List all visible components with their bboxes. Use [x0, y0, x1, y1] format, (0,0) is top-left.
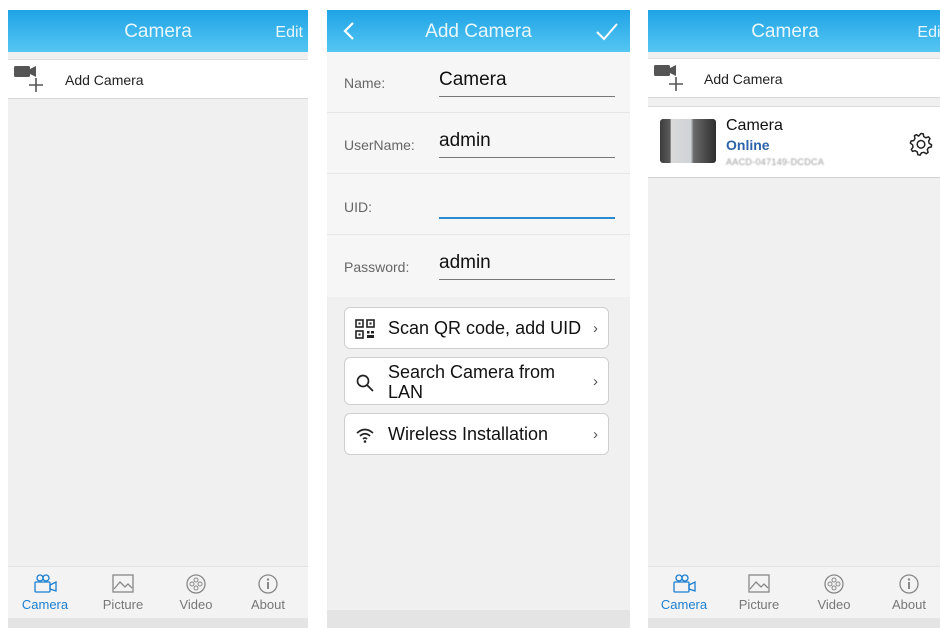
username-label: UserName:	[344, 137, 415, 153]
video-icon	[186, 574, 206, 594]
camera-name: Camera	[726, 117, 783, 134]
password-label: Password:	[344, 259, 410, 275]
password-field[interactable]: admin	[439, 252, 615, 280]
password-row: Password: admin	[327, 235, 630, 296]
wireless-installation-label: Wireless Installation	[388, 424, 549, 444]
info-icon	[899, 574, 919, 594]
tab-about[interactable]: About	[874, 567, 940, 619]
chevron-right-icon: ›	[593, 320, 598, 337]
name-label: Name:	[344, 75, 386, 91]
add-camera-button[interactable]: Add Camera	[8, 59, 308, 99]
system-nav-bar	[648, 618, 940, 628]
uid-row: UID:	[327, 174, 630, 235]
tab-label: About	[251, 597, 285, 612]
page-title: Camera	[124, 21, 192, 42]
tab-video[interactable]: Video	[161, 567, 231, 619]
add-camera-screen: Add Camera Name: Camera UserName: admin …	[327, 10, 630, 628]
wireless-installation-button[interactable]: Wireless Installation ›	[344, 413, 609, 455]
picture-icon	[748, 574, 770, 593]
system-nav-bar	[8, 618, 308, 628]
wifi-icon	[356, 428, 374, 443]
tab-label: Camera	[21, 597, 69, 612]
header-bar: Add Camera	[327, 10, 630, 52]
add-camera-icon	[654, 65, 683, 91]
tab-picture[interactable]: Picture	[88, 567, 158, 619]
search-lan-label: Search Camera from LAN	[388, 362, 556, 402]
qr-code-icon	[355, 319, 375, 339]
edit-button[interactable]: Edit	[275, 24, 303, 42]
tab-bar: Camera Picture Video About	[648, 566, 940, 618]
name-row: Name: Camera	[327, 52, 630, 113]
add-camera-label: Add Camera	[65, 72, 144, 88]
camera-list-item[interactable]: Camera Online AACD-047149-DCDCA	[648, 106, 940, 178]
page-title: Add Camera	[425, 21, 532, 42]
username-field[interactable]: admin	[439, 130, 615, 158]
add-camera-icon	[14, 66, 43, 92]
camera-status: Online	[726, 137, 770, 153]
add-camera-label: Add Camera	[704, 71, 783, 87]
system-nav-bar	[327, 610, 630, 628]
tab-picture[interactable]: Picture	[724, 567, 794, 619]
add-camera-button[interactable]: Add Camera	[648, 58, 940, 98]
picture-icon	[112, 574, 134, 593]
tab-camera[interactable]: Camera	[10, 567, 80, 619]
camera-list-screen: Camera Edit Add Camera Camera Online AAC…	[648, 10, 940, 628]
video-icon	[824, 574, 844, 594]
tab-bar: Camera Picture Video About	[8, 566, 308, 618]
tab-about[interactable]: About	[233, 567, 303, 619]
uid-label: UID:	[344, 199, 372, 215]
header-bar: Camera Edit	[648, 10, 940, 52]
info-icon	[258, 574, 278, 594]
tab-label: Camera	[660, 597, 708, 612]
tab-label: Picture	[102, 597, 144, 612]
form-area: Name: Camera UserName: admin UID: Passwo…	[327, 52, 630, 297]
chevron-right-icon: ›	[593, 373, 598, 390]
camera-uid: AACD-047149-DCDCA	[726, 157, 825, 167]
page-title: Camera	[751, 21, 819, 42]
camera-thumbnail	[660, 119, 716, 163]
uid-field[interactable]	[439, 191, 615, 219]
name-field[interactable]: Camera	[439, 69, 615, 97]
scan-qr-label: Scan QR code, add UID	[388, 318, 582, 338]
tab-label: About	[892, 597, 926, 612]
gear-icon[interactable]	[908, 131, 934, 157]
scan-qr-button[interactable]: Scan QR code, add UID ›	[344, 307, 609, 349]
camera-icon	[34, 574, 57, 593]
confirm-check-icon[interactable]	[594, 20, 620, 42]
edit-button[interactable]: Edit	[917, 24, 940, 42]
tab-label: Picture	[738, 597, 780, 612]
search-icon	[356, 374, 374, 392]
camera-icon	[673, 574, 696, 593]
tab-video[interactable]: Video	[799, 567, 869, 619]
camera-list-screen-empty: Camera Edit Add Camera Camera Picture Vi…	[8, 10, 308, 628]
header-bar: Camera Edit	[8, 10, 308, 52]
username-row: UserName: admin	[327, 113, 630, 174]
tab-camera[interactable]: Camera	[649, 567, 719, 619]
tab-label: Video	[817, 597, 851, 612]
search-lan-button[interactable]: Search Camera from LAN ›	[344, 357, 609, 405]
chevron-right-icon: ›	[593, 426, 598, 443]
tab-label: Video	[179, 597, 213, 612]
